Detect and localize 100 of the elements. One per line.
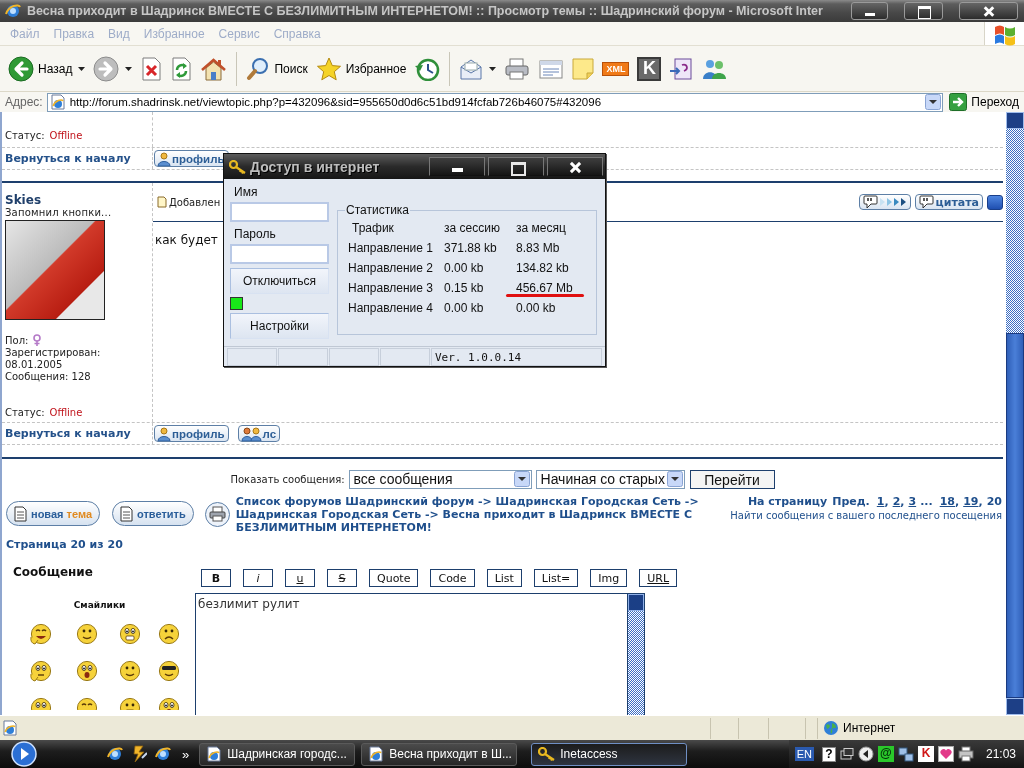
help-button[interactable]: ? (821, 746, 836, 762)
square-button[interactable] (987, 194, 1003, 210)
ring-logo-icon[interactable] (155, 746, 171, 762)
smiley-icon[interactable] (158, 623, 180, 645)
quote-arrows-button[interactable] (858, 194, 911, 210)
smiley-icon[interactable] (119, 623, 141, 645)
maximize-button[interactable] (488, 157, 544, 176)
favorites-button[interactable]: Избранное (315, 56, 407, 81)
page-icon (49, 94, 66, 110)
format-button[interactable]: List= (533, 569, 579, 587)
back-to-top-link[interactable]: Вернуться к началу (5, 152, 131, 165)
smiley-icon[interactable] (119, 660, 141, 682)
order-select[interactable]: Начиная со старых (535, 469, 685, 489)
format-button[interactable]: u (285, 569, 315, 587)
scroll-up-button[interactable] (628, 594, 644, 611)
caret-icon[interactable] (489, 66, 497, 71)
go-button[interactable]: Переход (947, 93, 1021, 111)
table-cell: 134.82 kb (516, 261, 569, 275)
format-button[interactable]: B (201, 569, 231, 587)
format-button[interactable]: Quote (369, 569, 419, 587)
more-button[interactable]: » (182, 746, 190, 762)
login-field[interactable] (230, 202, 329, 222)
smiley-icon[interactable] (30, 660, 52, 682)
arrows-icon (879, 197, 907, 207)
smiley-icon[interactable] (76, 697, 98, 710)
format-button[interactable]: Img (590, 569, 628, 587)
scrollbar[interactable] (627, 593, 645, 715)
envelope-icon[interactable] (459, 57, 484, 80)
page-link[interactable]: 2 (892, 495, 901, 509)
format-button[interactable]: URL (639, 569, 678, 587)
caret-icon[interactable] (78, 66, 86, 71)
ring-logo-icon[interactable] (107, 746, 123, 762)
close-button[interactable] (547, 157, 603, 176)
smiley-icon[interactable] (76, 623, 98, 645)
clock-icon[interactable] (414, 56, 441, 81)
page-link[interactable]: 19 (963, 495, 979, 509)
format-button[interactable]: List (486, 569, 522, 587)
post-date: Добавлен (169, 196, 221, 208)
back-to-top-link[interactable]: Вернуться к началу (5, 427, 131, 440)
language-indicator[interactable]: EN (794, 747, 814, 761)
page-link[interactable]: 3 (908, 495, 917, 509)
stop-icon[interactable] (140, 56, 163, 81)
reply-button[interactable]: ответить (112, 501, 194, 526)
page-link[interactable]: 20 (986, 495, 1002, 509)
scroll-up-button[interactable] (1006, 112, 1024, 129)
scroll-down-button[interactable] (1006, 698, 1024, 715)
breadcrumb-links[interactable]: Список форумов Шадринский форум -> Шадринская Городская Сеть -> Шадринская Городская Сеть -> Весна приходит в Шадринск ВМЕСТЕ С БЕЗЛИМИТНЫМ ИНТЕРНЕТОМ! (235, 495, 708, 534)
profile-button[interactable]: профиль (154, 425, 229, 442)
heart-icon[interactable] (937, 746, 954, 762)
two-people-icon (240, 426, 262, 441)
new-topic-button[interactable]: новая тема (6, 501, 100, 526)
message-button[interactable]: лс (237, 425, 281, 442)
table-cell: Направление 2 (348, 261, 433, 275)
search-button[interactable]: Поиск (246, 56, 308, 81)
printer-icon[interactable] (957, 746, 974, 762)
back-button[interactable]: Назад (8, 55, 73, 82)
network-icon[interactable] (897, 746, 914, 762)
arrow-right-icon[interactable] (93, 55, 120, 82)
smiley-icon[interactable] (158, 660, 180, 682)
taskbar-button[interactable]: Inetaccess (531, 742, 688, 766)
k-button[interactable]: K (637, 56, 662, 81)
scroll-thumb[interactable] (1006, 333, 1024, 698)
format-button[interactable]: Code (430, 569, 475, 587)
disconnect-button[interactable]: Отключиться (230, 268, 329, 294)
lightning-icon[interactable] (131, 744, 147, 764)
password-field[interactable] (230, 244, 329, 264)
caret-icon[interactable] (125, 66, 133, 71)
table-cell: 371.88 kb (444, 241, 497, 255)
refresh-icon[interactable] (170, 56, 193, 81)
overlapping-windows-icon[interactable] (839, 748, 854, 760)
message-field[interactable]: безлимит рулит (195, 593, 627, 715)
document-arrow-icon[interactable] (669, 56, 694, 81)
previous-page-link[interactable]: Пред. (832, 495, 870, 509)
format-button[interactable]: S (327, 569, 357, 587)
arrow-left-icon (8, 55, 34, 82)
k-tray-button[interactable]: K (917, 746, 934, 762)
back-circle-icon[interactable] (857, 746, 874, 762)
minimize-button[interactable] (429, 157, 485, 176)
smiley-icon[interactable] (76, 660, 98, 682)
author-name[interactable]: Skies (5, 193, 42, 207)
start-orb-icon[interactable] (11, 741, 37, 767)
address-field[interactable]: http://forum.shadrinsk.net/viewtopic.php?p=432096&sid=955650d0d6c51bd914fcfab726b46075#432096 (46, 92, 944, 112)
new-posts-link[interactable]: Найти сообщения с вашего последнего посещения (730, 509, 1002, 522)
smiley-icon[interactable] (119, 697, 141, 710)
settings-button[interactable]: Настройки (230, 313, 329, 339)
go-button[interactable]: Перейти (689, 469, 775, 489)
home-icon[interactable] (200, 56, 228, 81)
page-link[interactable]: 18 (939, 495, 955, 509)
page-link[interactable]: 1 (876, 495, 885, 509)
message-label: Сообщение (13, 565, 93, 579)
quote-button[interactable]: цитата (914, 194, 983, 210)
profile-button[interactable]: профиль (154, 150, 229, 167)
search-icon (246, 56, 271, 81)
taskbar-button[interactable]: Шадринская городс... (199, 742, 356, 766)
mail-tray-button[interactable]: @ (877, 746, 894, 762)
format-button[interactable]: i (243, 569, 273, 587)
taskbar-button[interactable]: Весна приходит в Ш... (361, 742, 518, 766)
filter-select[interactable]: все сообщения (348, 469, 532, 489)
window-title: Весна приходит в Шадринск ВМЕСТЕ С БЕЗЛИМИТНЫМ ИНТЕРНЕТОМ! :: Просмотр темы :: Шадринский форум - Microsoft Inter (27, 4, 823, 18)
smiley-icon[interactable] (30, 623, 52, 645)
